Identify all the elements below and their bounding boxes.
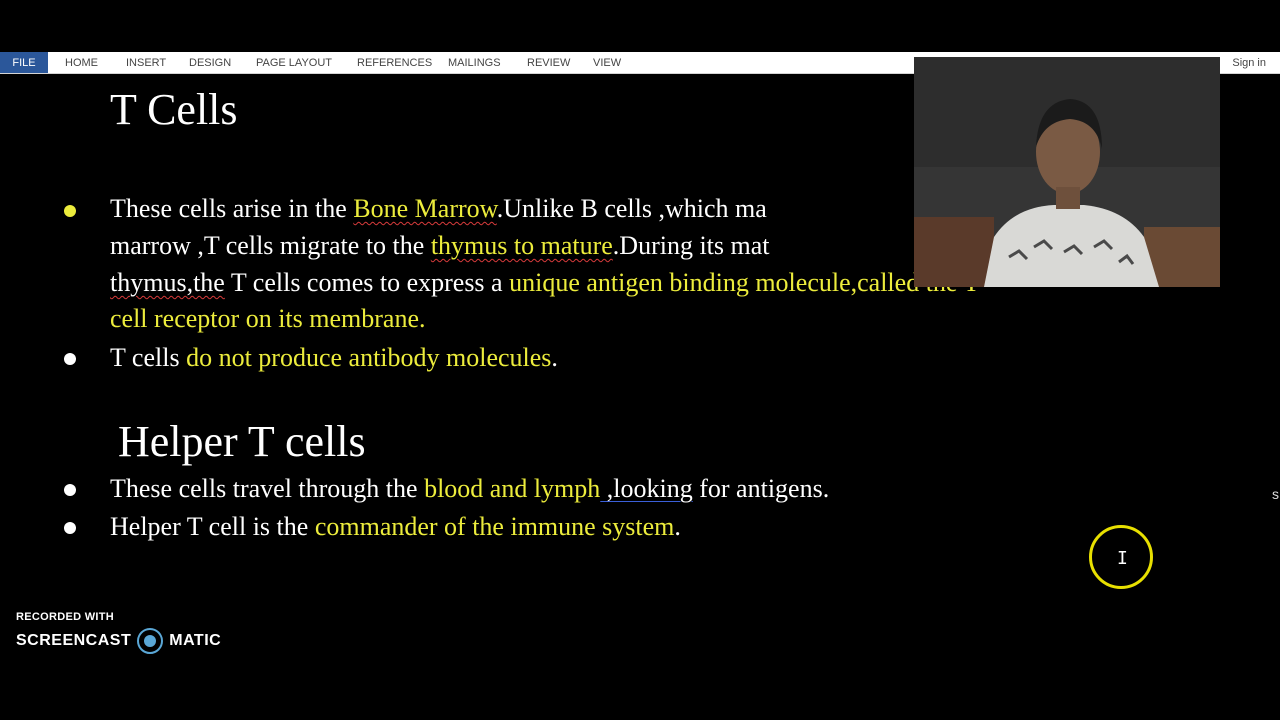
highlight-text: commander of the immune system [314,512,675,541]
text-run: .Unlike B cells ,which ma [496,194,767,223]
webcam-overlay [914,57,1220,287]
tab-page-layout[interactable]: PAGE LAYOUT [256,52,332,73]
watermark-brand-right: MATIC [169,632,222,649]
text-run: marrow ,T cells migrate to the [110,231,431,260]
text-run: T cells comes to express a [224,268,510,297]
bullet-dot-icon [64,353,76,365]
tab-file[interactable]: FILE [0,52,48,73]
paragraph-line: cell receptor on its membrane. [110,304,426,333]
sign-in-link[interactable]: Sign in [1232,52,1266,73]
edge-text: s [1272,486,1279,502]
screencast-watermark: RECORDED WITH SCREENCAST MATIC [16,611,221,654]
paragraph-line: T cells do not produce antibody molecule… [110,340,558,377]
paragraph-line: marrow ,T cells migrate to the thymus to… [110,228,770,265]
text-run: . [551,343,558,372]
text-run: for antigens. [692,474,830,503]
highlight-text: thymus to mature [430,231,613,260]
text-run: These cells arise in the [110,194,354,223]
watermark-caption: RECORDED WITH [16,611,115,623]
tab-mailings[interactable]: MAILINGS [448,52,501,73]
highlight-text: unique antigen binding molecule,called t… [509,268,980,297]
paragraph-line: These cells travel through the blood and… [110,471,829,508]
tab-insert[interactable]: INSERT [126,52,166,73]
highlight-text: do not produce antibody molecules [186,343,552,372]
tab-home[interactable]: HOME [65,52,98,73]
text-run: These cells travel through the [110,474,425,503]
paragraph-line: Helper T cell is the commander of the im… [110,509,681,546]
text-cursor-icon: I [1117,548,1128,569]
paragraph-line: These cells arise in the Bone Marrow.Unl… [110,191,767,228]
highlight-text: blood and lymph [424,474,601,503]
text-run: thymus,the [110,268,225,297]
tab-view[interactable]: VIEW [593,52,621,73]
bullet-dot-icon [64,205,76,217]
heading-t-cells: T Cells [110,85,238,134]
highlight-text: Bone Marrow [353,194,497,223]
text-run: .During its mat [612,231,770,260]
text-run: . [674,512,681,541]
bullet-dot-icon [64,522,76,534]
bullet-dot-icon [64,484,76,496]
tab-review[interactable]: REVIEW [527,52,570,73]
presenter-video-icon [914,57,1220,287]
screencast-logo-icon [137,628,164,654]
tab-references[interactable]: REFERENCES [357,52,432,73]
text-run: ,looking [600,474,693,503]
watermark-brand-left: SCREENCAST [16,632,132,649]
text-run: Helper T cell is the [110,512,315,541]
heading-helper-t-cells: Helper T cells [118,417,366,466]
text-run: T cells [110,343,187,372]
tab-design[interactable]: DESIGN [189,52,231,73]
paragraph-line: thymus,the T cells comes to express a un… [110,265,979,302]
screen-top-band [0,0,1280,52]
